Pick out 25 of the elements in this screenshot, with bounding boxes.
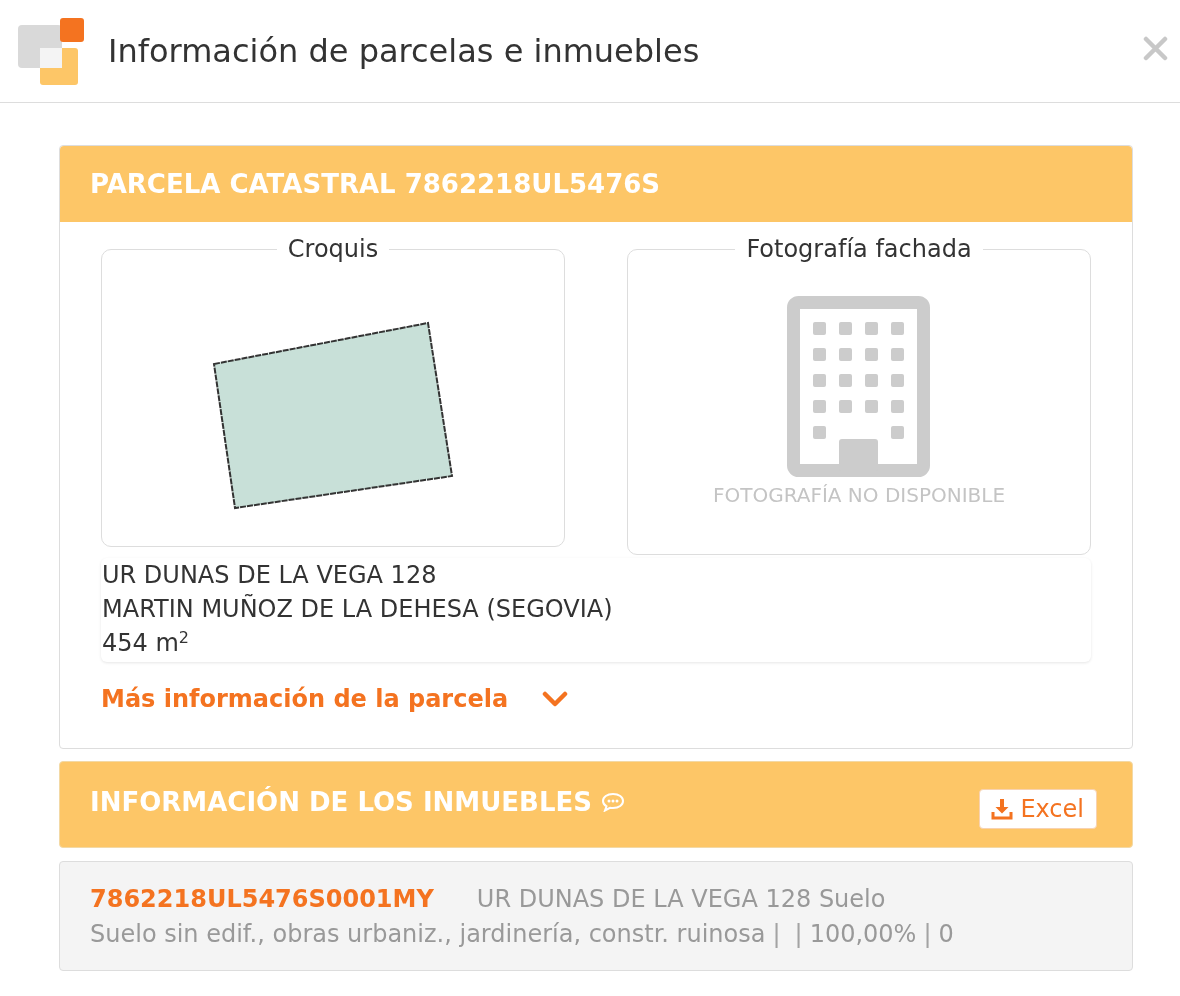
cadastral-reference-link[interactable]: 7862218UL5476S0001MY [90, 882, 434, 917]
speech-bubble-icon [600, 791, 625, 812]
detail-text: Suelo sin edif., obras urbaniz., jardinería, constr. ruinosa [90, 919, 766, 950]
separator: | [923, 919, 932, 950]
building-icon [787, 296, 931, 477]
squares-logo-icon [18, 17, 84, 85]
panel-title: PARCELA CATASTRAL 7862218UL5476S [90, 168, 661, 200]
more-info-link[interactable]: Más información de la parcela [101, 684, 569, 714]
window-title: Información de parcelas e inmuebles [108, 31, 700, 71]
separator: | [794, 919, 803, 950]
property-address: UR DUNAS DE LA VEGA 128 Suelo [476, 884, 886, 915]
detail-text: 100,00% [809, 919, 917, 950]
excel-button[interactable]: Excel [979, 788, 1097, 829]
close-button[interactable] [1143, 35, 1168, 61]
frame-legend: Fotografía fachada [735, 235, 983, 263]
photo-unavailable-text: FOTOGRAFÍA NO DISPONIBLE [712, 483, 1006, 507]
separator: | [772, 919, 781, 950]
frame-legend: Croquis [276, 235, 390, 263]
address-line: MARTIN MUÑOZ DE LA DEHESA (SEGOVIA) [102, 593, 614, 625]
address-line: UR DUNAS DE LA VEGA 128 [102, 560, 438, 591]
download-icon [991, 797, 1014, 820]
close-icon [1143, 35, 1168, 61]
address-line: 454 m$^{2}$ [102, 627, 190, 659]
panel-title: INFORMACIÓN DE LOS INMUEBLES [90, 785, 592, 818]
detail-text: 0 [938, 919, 954, 950]
